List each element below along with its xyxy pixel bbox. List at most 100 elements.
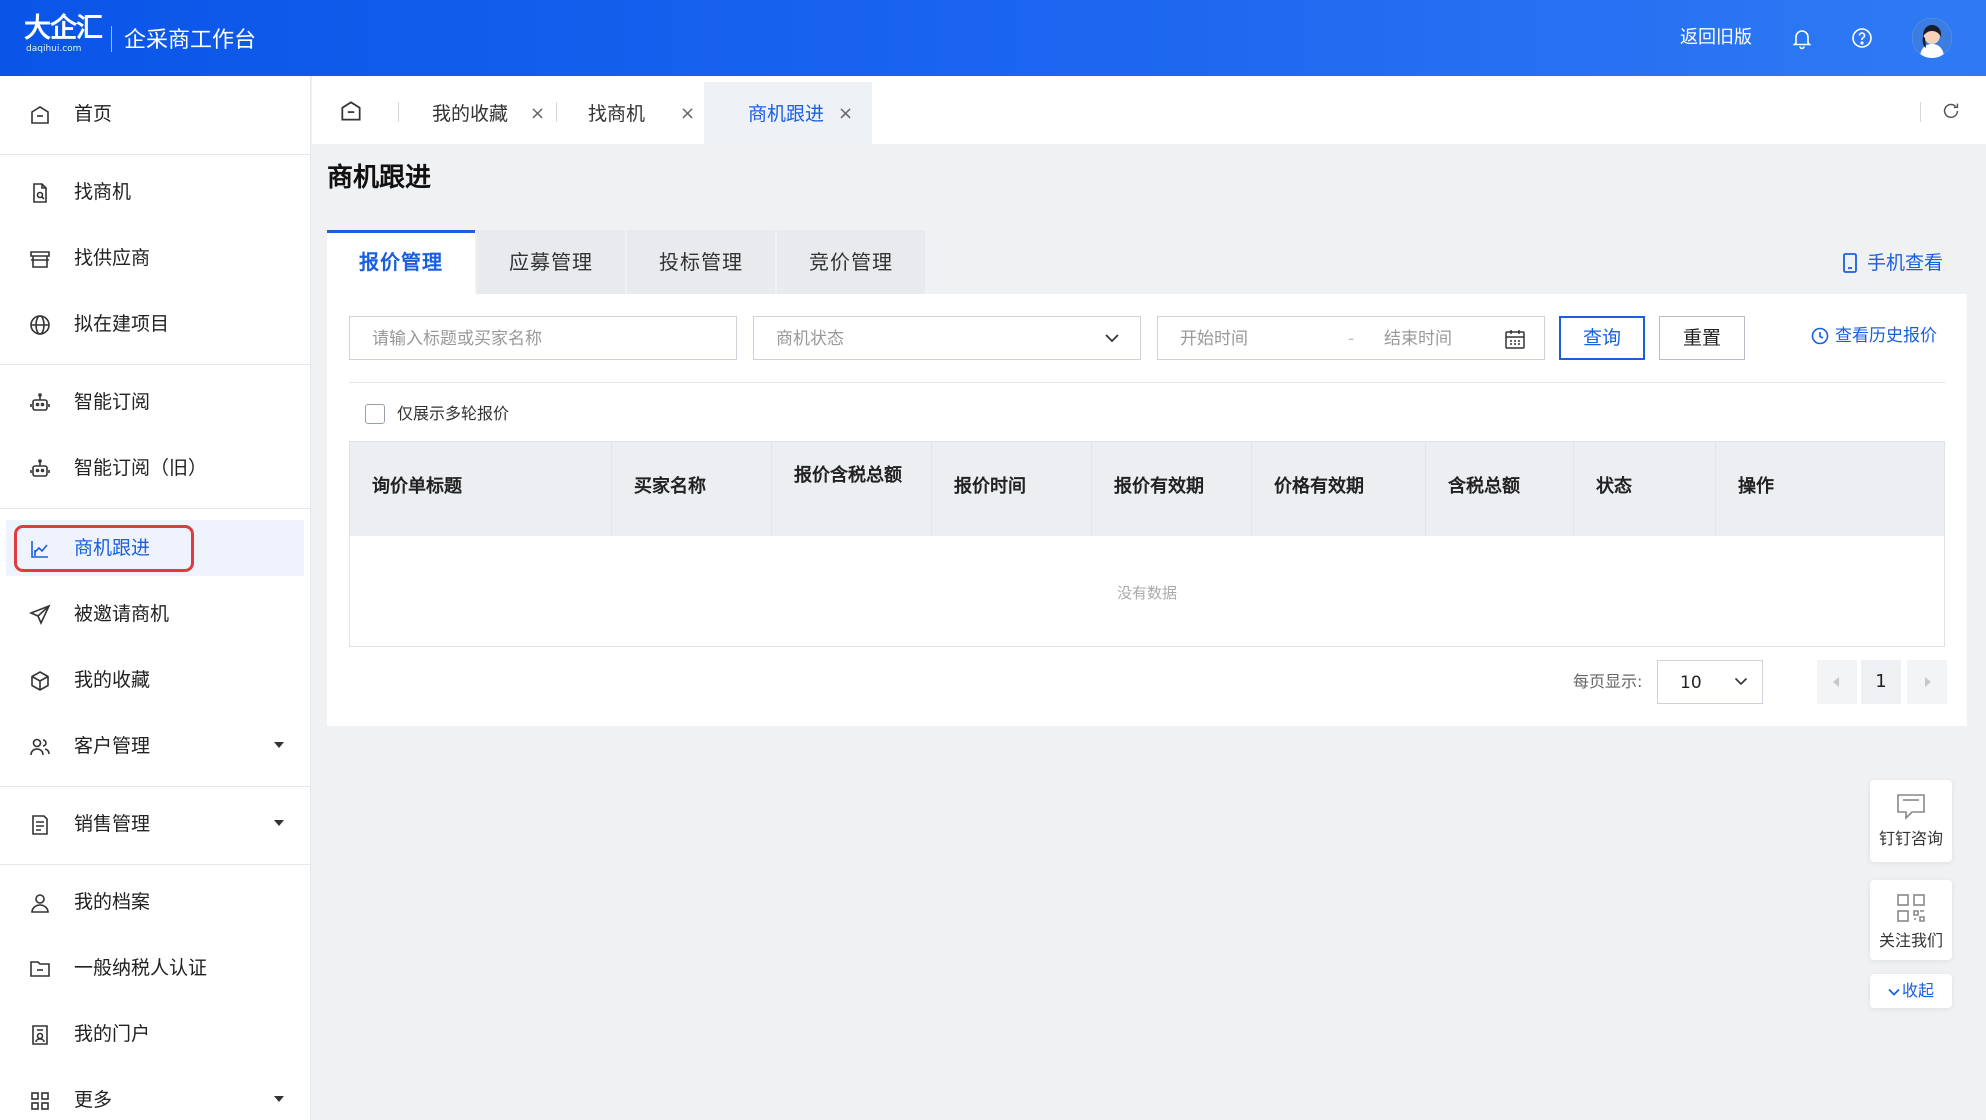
top-header: 大企汇 daqihui.com 企采商工作台 返回旧版	[0, 0, 1986, 76]
sidebar-item-label: 我的档案	[74, 891, 151, 913]
tab-separator	[1920, 102, 1921, 122]
status-select[interactable]: 商机状态	[753, 316, 1141, 360]
sidebar-item-subscription[interactable]: 智能订阅	[0, 374, 311, 430]
page-size-value: 10	[1680, 673, 1702, 693]
start-date-placeholder: 开始时间	[1180, 329, 1248, 349]
reset-button[interactable]: 重置	[1659, 316, 1745, 360]
sidebar-item-projects[interactable]: 拟在建项目	[0, 296, 311, 352]
sidebar-item-favorites[interactable]: 我的收藏	[0, 652, 311, 708]
folder-icon	[30, 961, 50, 977]
chevron-down-icon	[274, 820, 284, 826]
column-header: 价格有效期	[1252, 442, 1426, 536]
close-icon[interactable]: ×	[838, 102, 853, 126]
history-quote-label: 查看历史报价	[1835, 326, 1937, 346]
user-avatar[interactable]	[1912, 18, 1952, 58]
doc-search-icon	[33, 183, 47, 203]
collapse-button[interactable]: 收起	[1870, 974, 1952, 1008]
refresh-icon[interactable]	[1940, 100, 1962, 122]
sidebar-item-my-profile[interactable]: 我的档案	[0, 874, 311, 930]
robot-icon	[30, 459, 50, 477]
calendar-icon	[1505, 330, 1525, 349]
sidebar-item-subscription-old[interactable]: 智能订阅（旧）	[0, 440, 311, 496]
quote-table: 询价单标题 买家名称 报价含税总额 报价时间 报价有效期 价格有效期 含税总额 …	[349, 441, 1945, 647]
tab-quote-management[interactable]: 报价管理	[327, 230, 475, 294]
query-button[interactable]: 查询	[1559, 316, 1645, 360]
tab-opportunity-followup[interactable]: 商机跟进 ×	[704, 82, 872, 144]
tab-label: 竞价管理	[809, 250, 893, 274]
sidebar-item-find-opportunity[interactable]: 找商机	[0, 164, 311, 220]
range-separator: -	[1348, 329, 1355, 349]
sidebar-item-sales-management[interactable]: 销售管理	[0, 796, 311, 852]
sidebar-item-label: 智能订阅（旧）	[74, 457, 208, 479]
date-range-picker[interactable]: 开始时间 - 结束时间	[1157, 316, 1545, 360]
logo-divider	[111, 26, 112, 52]
sidebar-item-customer-management[interactable]: 客户管理	[0, 718, 311, 774]
sidebar-item-opportunity-followup[interactable]: 商机跟进	[6, 520, 304, 576]
collapse-label: 收起	[1901, 981, 1934, 1000]
next-page-button[interactable]	[1907, 660, 1947, 704]
tab-auction-management[interactable]: 竞价管理	[777, 230, 925, 294]
tab-label: 我的收藏	[432, 103, 509, 125]
clock-icon	[1811, 327, 1829, 345]
sidebar-item-more[interactable]: 更多	[0, 1072, 311, 1120]
close-icon[interactable]: ×	[680, 102, 695, 126]
checkbox-box[interactable]	[365, 404, 385, 424]
tab-label: 商机跟进	[748, 103, 825, 125]
per-page-label: 每页显示:	[1573, 672, 1643, 691]
history-quote-link[interactable]: 查看历史报价	[1811, 324, 1937, 348]
prev-page-button[interactable]	[1817, 660, 1857, 704]
logo[interactable]: 大企汇 daqihui.com	[24, 14, 104, 60]
tab-separator	[556, 102, 557, 122]
tab-label: 应募管理	[509, 250, 593, 274]
multi-round-checkbox[interactable]: 仅展示多轮报价	[365, 402, 509, 426]
bell-icon[interactable]	[1790, 26, 1814, 50]
close-icon[interactable]: ×	[530, 102, 545, 126]
sidebar-item-find-supplier[interactable]: 找供应商	[0, 230, 311, 286]
dingtalk-label: 钉钉咨询	[1878, 829, 1943, 848]
mobile-view-link[interactable]: 手机查看	[1841, 250, 1943, 276]
list-icon	[32, 815, 48, 835]
sidebar-item-my-portal[interactable]: 我的门户	[0, 1006, 311, 1062]
send-icon	[28, 604, 51, 625]
tab-bid-management[interactable]: 投标管理	[627, 230, 775, 294]
column-header: 报价有效期	[1092, 442, 1252, 536]
sidebar-item-home[interactable]: 首页	[0, 86, 311, 142]
chevron-down-icon	[1888, 988, 1900, 996]
sidebar-item-label: 销售管理	[74, 813, 151, 835]
chevron-down-icon	[274, 1096, 284, 1102]
home-tab-icon[interactable]	[338, 98, 364, 124]
sidebar-divider	[0, 154, 310, 155]
sidebar-item-label: 一般纳税人认证	[74, 957, 208, 979]
page-tab-bar: 我的收藏 × 找商机 × 商机跟进 ×	[312, 76, 1986, 144]
page-size-select[interactable]: 10	[1657, 660, 1763, 704]
caret-right-icon	[1925, 677, 1931, 687]
sidebar-item-label: 被邀请商机	[74, 603, 170, 625]
keyword-search-input[interactable]: 请输入标题或买家名称	[349, 316, 737, 360]
users-icon	[30, 738, 50, 756]
sidebar-item-label: 首页	[74, 103, 113, 125]
dingtalk-consult-button[interactable]: 钉钉咨询	[1870, 780, 1952, 862]
chevron-down-icon	[1734, 677, 1748, 686]
back-old-version-link[interactable]: 返回旧版	[1680, 25, 1752, 51]
phone-icon	[1843, 253, 1857, 273]
workbench-title: 企采商工作台	[124, 28, 257, 53]
column-header: 操作	[1738, 476, 1774, 497]
sidebar-item-label: 拟在建项目	[74, 313, 170, 335]
sidebar-item-label: 智能订阅	[74, 391, 151, 413]
sidebar-item-taxpayer-cert[interactable]: 一般纳税人认证	[0, 940, 311, 996]
tab-find-opportunity[interactable]: 找商机 ×	[570, 82, 710, 144]
store-icon	[30, 251, 50, 268]
qr-code-icon	[1897, 894, 1925, 922]
box-icon	[31, 671, 49, 691]
sidebar-item-label: 我的收藏	[74, 669, 151, 691]
globe-icon	[30, 315, 50, 335]
page-number-button[interactable]: 1	[1861, 660, 1901, 704]
sidebar-item-invited-opportunity[interactable]: 被邀请商机	[0, 586, 311, 642]
column-header: 询价单标题	[350, 442, 612, 536]
tab-favorites[interactable]: 我的收藏 ×	[412, 82, 562, 144]
tab-recruit-management[interactable]: 应募管理	[477, 230, 625, 294]
column-header: 买家名称	[612, 442, 772, 536]
tab-label: 投标管理	[659, 250, 743, 274]
follow-us-button[interactable]: 关注我们	[1870, 880, 1952, 960]
help-icon[interactable]	[1850, 26, 1874, 50]
